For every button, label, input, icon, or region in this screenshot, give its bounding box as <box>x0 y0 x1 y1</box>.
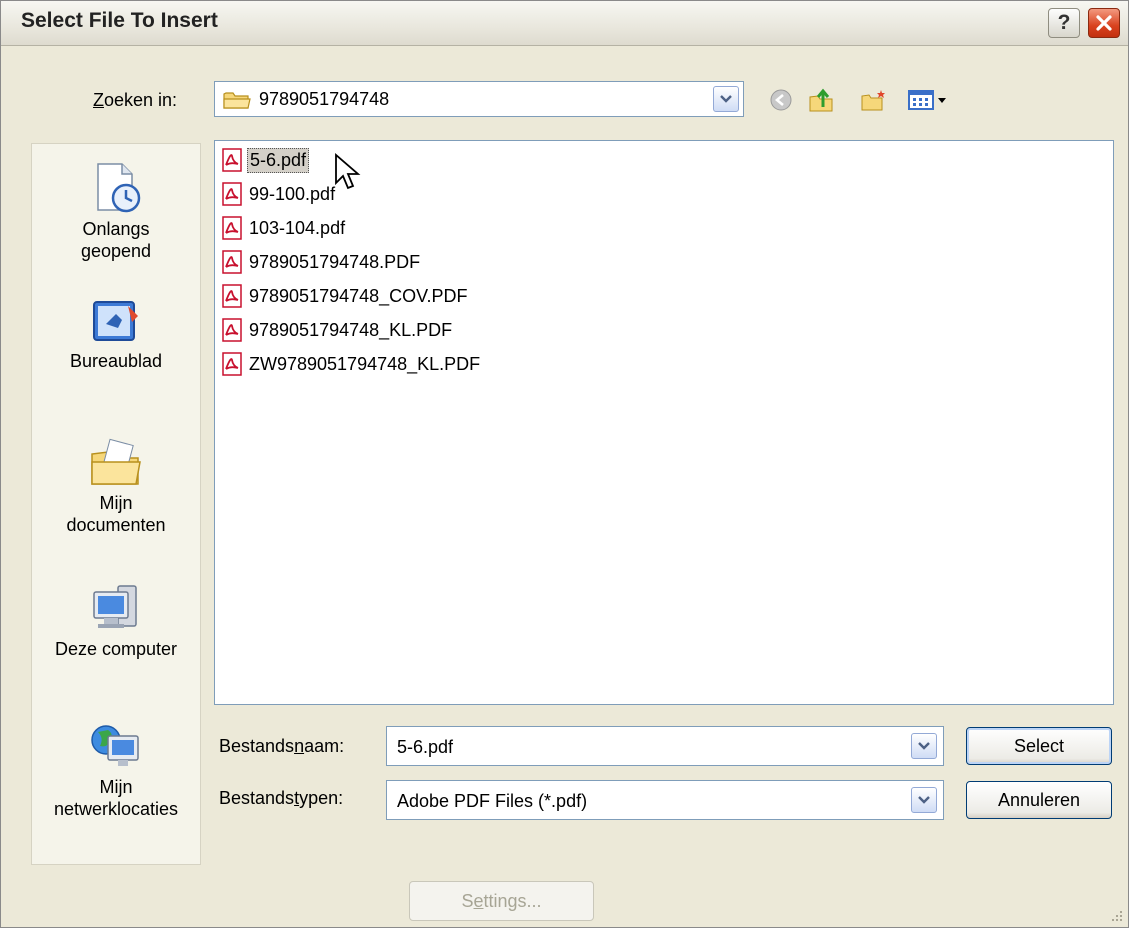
select-button[interactable]: Select <box>966 727 1112 765</box>
file-name: 9789051794748.PDF <box>249 251 421 272</box>
place-label-my-computer: Deze computer <box>54 639 178 659</box>
pdf-file-icon <box>222 250 242 274</box>
new-folder-icon <box>861 90 885 111</box>
file-item[interactable]: 99-100.pdf <box>221 179 337 209</box>
back-button[interactable] <box>767 86 795 114</box>
file-dialog-window: Select File To Insert ? Zoeken in: 97890… <box>0 0 1129 928</box>
lookin-value: 9789051794748 <box>259 89 390 109</box>
lookin-label: Zoeken in: <box>93 90 178 110</box>
view-grid-icon <box>908 90 946 110</box>
file-item[interactable]: ZW9789051794748_KL.PDF <box>221 349 482 379</box>
filename-value: 5-6.pdf <box>397 737 454 757</box>
place-desktop[interactable]: Bureaublad <box>32 292 200 372</box>
file-name: 5-6.pdf <box>247 147 310 173</box>
file-name: 9789051794748_KL.PDF <box>249 319 453 340</box>
help-button[interactable]: ? <box>1048 8 1080 38</box>
file-name: 103-104.pdf <box>249 217 346 238</box>
place-label-recent: Onlangs geopend <box>80 219 152 261</box>
back-arrow-icon <box>770 89 792 111</box>
file-item[interactable]: 103-104.pdf <box>221 213 347 243</box>
pdf-file-icon <box>222 318 242 342</box>
filename-dropdown-button[interactable] <box>911 733 937 759</box>
file-item[interactable]: 9789051794748_KL.PDF <box>221 315 454 345</box>
up-one-level-button[interactable] <box>808 86 836 114</box>
close-icon <box>1096 15 1112 31</box>
file-item[interactable]: 5-6.pdf <box>221 145 310 175</box>
folder-up-icon <box>809 88 833 112</box>
window-title: Select File To Insert <box>21 9 218 32</box>
place-network[interactable]: Mijn netwerklocaties <box>32 718 200 820</box>
filetype-value: Adobe PDF Files (*.pdf) <box>397 791 588 811</box>
title-bar[interactable]: Select File To Insert ? <box>1 1 1128 46</box>
chevron-down-icon <box>918 742 930 750</box>
file-item[interactable]: 9789051794748.PDF <box>221 247 422 277</box>
filetype-dropdown-button[interactable] <box>911 787 937 813</box>
folder-icon <box>223 92 251 109</box>
desktop-icon <box>93 301 138 341</box>
file-name: 99-100.pdf <box>249 183 336 204</box>
places-bar: Onlangs geopend Bureaublad Mijn document… <box>31 143 201 865</box>
pdf-file-icon <box>222 148 242 172</box>
chevron-down-icon <box>918 796 930 804</box>
lookin-dropdown[interactable]: 9789051794748 <box>214 81 744 117</box>
place-label-my-documents: Mijn documenten <box>66 493 166 535</box>
close-button[interactable] <box>1088 8 1120 38</box>
my-documents-icon <box>91 438 141 485</box>
place-my-documents[interactable]: Mijn documenten <box>32 434 200 536</box>
pdf-file-icon <box>222 216 242 240</box>
lookin-dropdown-button[interactable] <box>713 86 739 112</box>
my-computer-icon <box>93 585 137 628</box>
settings-button[interactable]: Se ttings... <box>409 881 594 921</box>
cancel-button[interactable]: Annuleren <box>966 781 1112 819</box>
recent-documents-icon <box>97 163 141 213</box>
resize-grip-icon[interactable] <box>1108 907 1124 923</box>
filename-label: Bestandsnaam: <box>219 736 345 756</box>
views-menu-button[interactable] <box>906 86 954 114</box>
network-places-icon <box>91 725 139 766</box>
pdf-file-icon <box>222 352 242 376</box>
pdf-file-icon <box>222 182 242 206</box>
question-mark-icon: ? <box>1057 11 1071 34</box>
place-label-desktop: Bureaublad <box>69 351 163 371</box>
filetype-label: Bestandstypen: <box>219 788 344 808</box>
pdf-file-icon <box>222 284 242 308</box>
file-name: ZW9789051794748_KL.PDF <box>249 353 481 374</box>
filetype-dropdown[interactable]: Adobe PDF Files (*.pdf) <box>386 780 944 820</box>
place-recent[interactable]: Onlangs geopend <box>32 160 200 262</box>
chevron-down-icon <box>720 95 732 103</box>
place-my-computer[interactable]: Deze computer <box>32 580 200 660</box>
place-label-network: Mijn netwerklocaties <box>53 777 179 819</box>
filename-input[interactable]: 5-6.pdf <box>386 726 944 766</box>
file-name: 9789051794748_COV.PDF <box>249 285 468 306</box>
file-item[interactable]: 9789051794748_COV.PDF <box>221 281 470 311</box>
new-folder-button[interactable] <box>860 86 888 114</box>
mouse-cursor-icon <box>335 153 361 190</box>
file-list[interactable]: 5-6.pdf 99-100.pdf 103-104.pdf 978905179… <box>214 140 1114 705</box>
